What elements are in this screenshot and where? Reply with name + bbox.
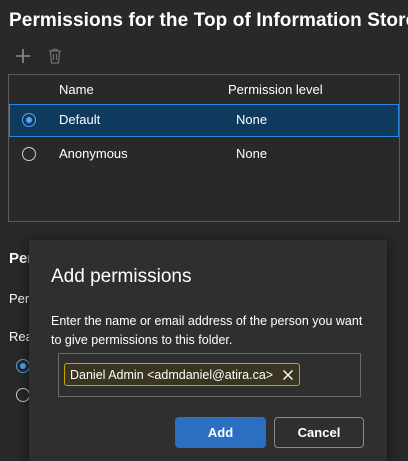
background-label-1: Per [9, 291, 30, 306]
dialog-title: Add permissions [51, 266, 192, 287]
plus-icon[interactable] [12, 45, 34, 67]
background-radio[interactable] [16, 388, 30, 402]
trash-icon[interactable] [44, 45, 66, 67]
close-icon[interactable] [281, 368, 295, 382]
table-row-default[interactable]: Default None [9, 104, 399, 137]
row-radio[interactable] [22, 147, 36, 161]
person-chip-label: Daniel Admin <admdaniel@atira.ca> [70, 367, 274, 382]
add-button[interactable]: Add [175, 417, 266, 448]
dialog-description: Enter the name or email address of the p… [51, 314, 363, 347]
add-permissions-dialog: Add permissions Enter the name or email … [29, 240, 387, 461]
toolbar [12, 45, 66, 67]
people-picker-input[interactable]: Daniel Admin <admdaniel@atira.ca> [58, 353, 361, 397]
row-permission-level: None [236, 146, 268, 161]
row-permission-level: None [236, 112, 268, 127]
column-header-name: Name [59, 82, 94, 97]
column-header-permission-level: Permission level [228, 82, 323, 97]
row-name: Default [59, 112, 101, 127]
permissions-table: Name Permission level Default None Anony… [8, 74, 400, 222]
person-chip[interactable]: Daniel Admin <admdaniel@atira.ca> [64, 363, 301, 386]
row-name: Anonymous [59, 146, 128, 161]
page-title: Permissions for the Top of Information S… [9, 10, 408, 31]
table-row-anonymous[interactable]: Anonymous None [9, 138, 399, 171]
table-header: Name Permission level [9, 75, 399, 105]
row-radio-selected[interactable] [22, 113, 36, 127]
cancel-button[interactable]: Cancel [274, 417, 364, 448]
background-radio-selected[interactable] [16, 359, 30, 373]
